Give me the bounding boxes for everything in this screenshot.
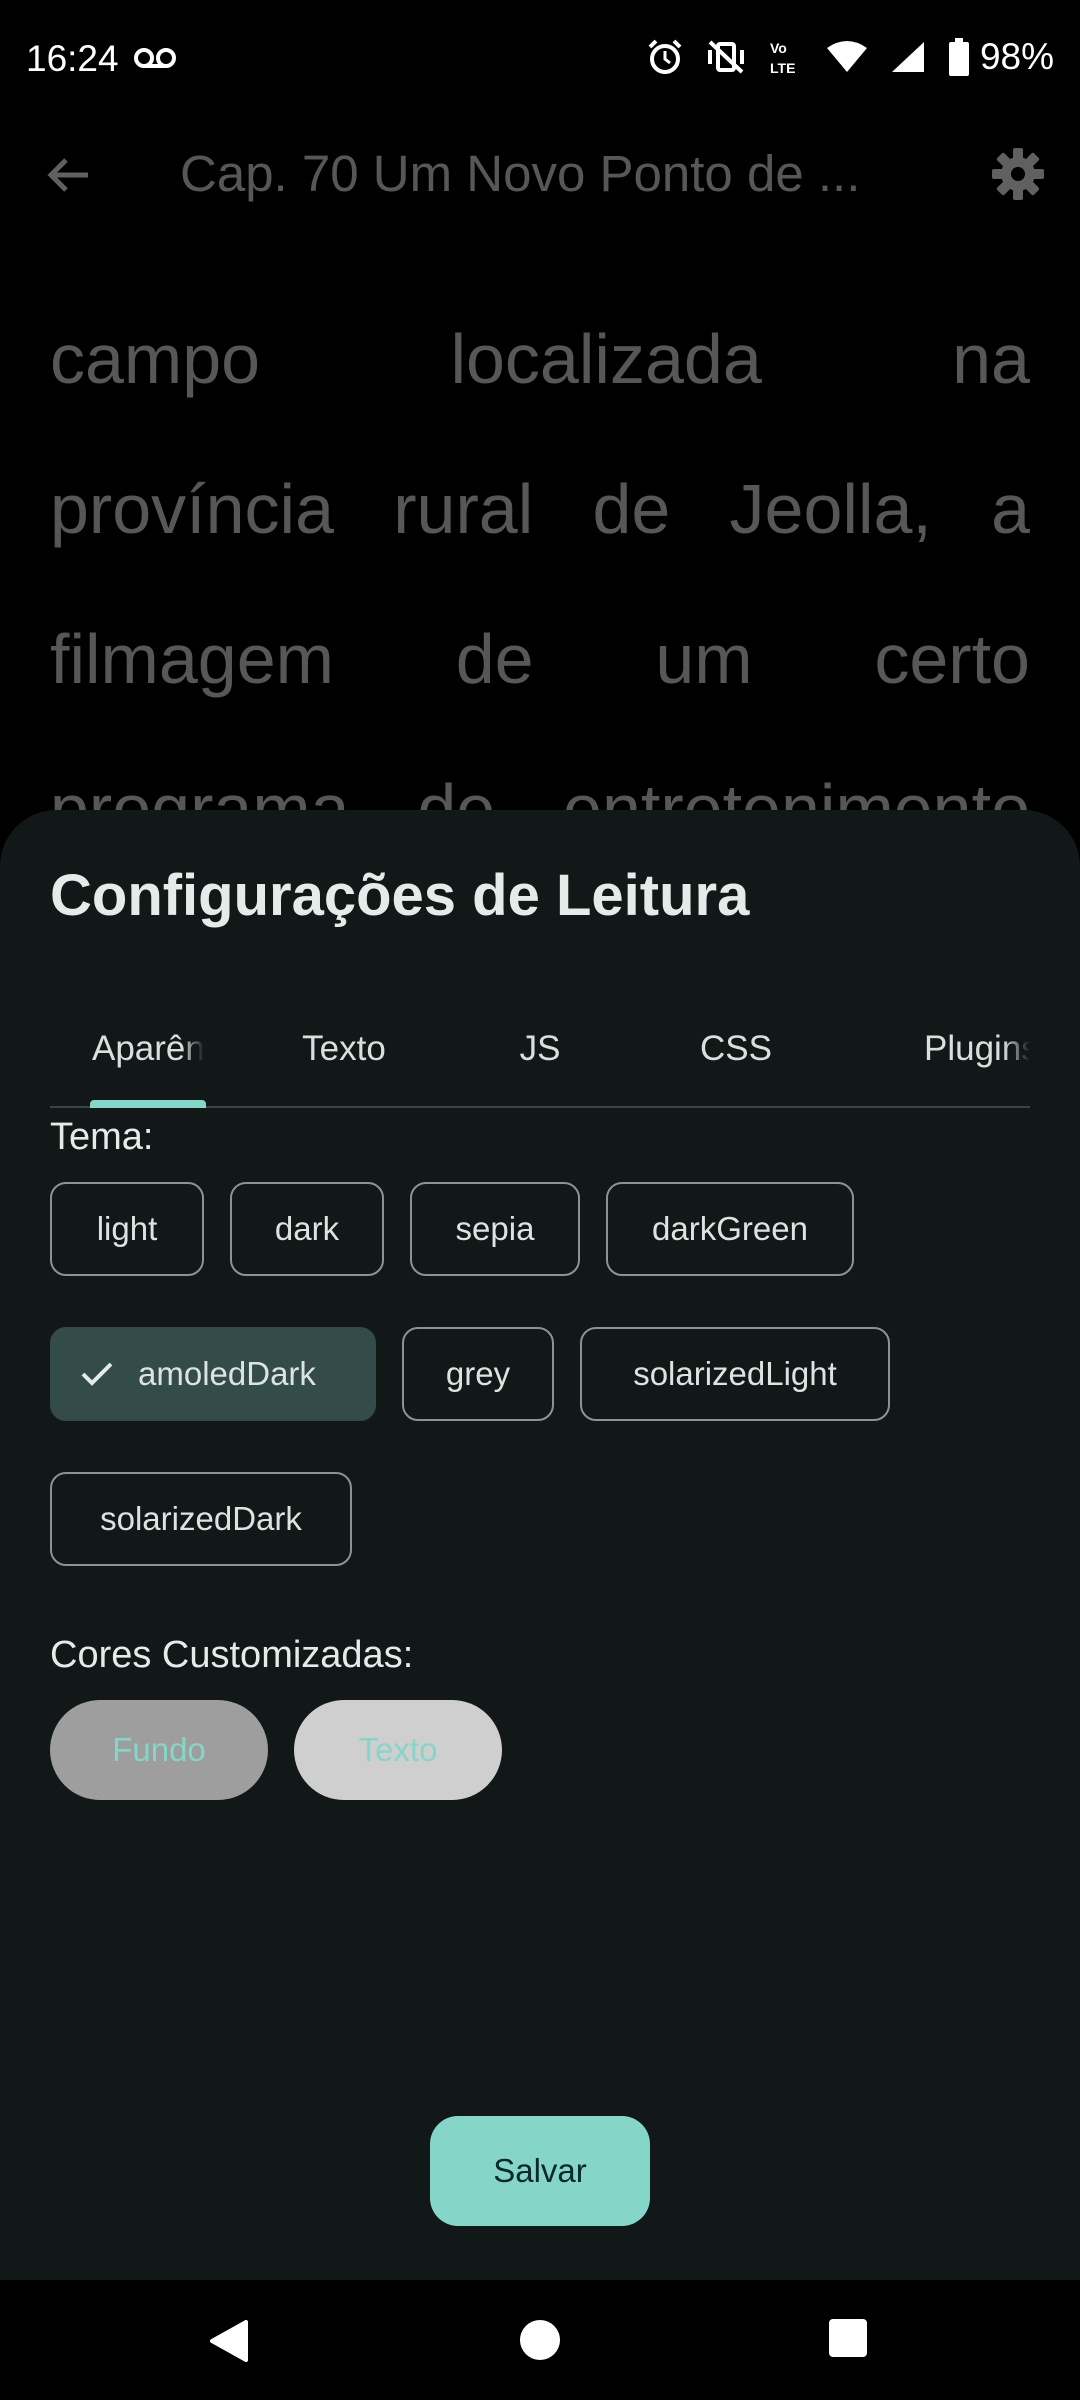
theme-chip-light[interactable]: light xyxy=(50,1182,204,1276)
theme-chip-solarizeddark[interactable]: solarizedDark xyxy=(50,1472,352,1566)
theme-chip-dark[interactable]: dark xyxy=(230,1182,384,1276)
word: província xyxy=(50,470,335,548)
custom-colors-label: Cores Customizadas: xyxy=(50,1634,414,1676)
theme-label: Tema: xyxy=(50,1116,154,1158)
word: certo xyxy=(874,620,1030,698)
word: filmagem xyxy=(50,620,334,698)
theme-chip-sepia[interactable]: sepia xyxy=(410,1182,580,1276)
text-line: filmagem de um certo xyxy=(50,600,1030,750)
word: um xyxy=(655,620,753,698)
arrow-left-icon[interactable] xyxy=(44,150,94,200)
screen: 16:24 Vo LTE 98% Cap. 70 Um Novo Ponto d… xyxy=(0,0,1080,2400)
theme-chip-darkgreen[interactable]: darkGreen xyxy=(606,1182,854,1276)
tab-label: Texto xyxy=(302,1029,386,1068)
tab-label: Plugins xyxy=(924,1029,1030,1068)
text-line: campo localizada na xyxy=(50,300,1030,450)
status-time: 16:24 xyxy=(26,38,119,79)
wifi-icon xyxy=(826,41,867,72)
settings-tabs: Aparência Texto JS CSS Plugins xyxy=(50,990,1030,1108)
voicemail-icon xyxy=(134,48,176,68)
vibrate-off-icon xyxy=(707,40,744,74)
tab-plugins[interactable]: Plugins xyxy=(834,990,1030,1108)
tab-js[interactable]: JS xyxy=(442,990,638,1108)
text-line: província rural de Jeolla, a xyxy=(50,450,1030,600)
check-icon xyxy=(81,1362,113,1386)
sheet-title: Configurações de Leitura xyxy=(50,863,750,928)
chip-label: amoledDark xyxy=(138,1355,316,1392)
svg-text:Vo: Vo xyxy=(770,40,787,56)
tab-label: Aparência xyxy=(92,1029,204,1068)
save-button[interactable]: Salvar xyxy=(430,2116,650,2226)
background-color-button[interactable]: Fundo xyxy=(50,1700,268,1800)
tab-label: CSS xyxy=(700,1029,772,1068)
word: a xyxy=(991,470,1030,548)
chapter-title: Cap. 70 Um Novo Ponto de ... xyxy=(180,145,861,202)
active-tab-indicator xyxy=(90,1100,206,1108)
nav-home-icon[interactable] xyxy=(518,2318,562,2362)
volte-icon: Vo LTE xyxy=(770,40,795,76)
app-bar: Cap. 70 Um Novo Ponto de ... xyxy=(0,120,1080,230)
word: de xyxy=(592,470,671,548)
word: localizada xyxy=(450,320,762,398)
nav-recents-icon[interactable] xyxy=(828,2318,868,2358)
signal-icon xyxy=(891,42,924,72)
word: na xyxy=(952,320,1030,398)
word: rural xyxy=(393,470,534,548)
theme-chip-solarizedlight[interactable]: solarizedLight xyxy=(580,1327,890,1421)
gear-icon[interactable] xyxy=(990,146,1046,202)
battery-icon xyxy=(948,38,969,76)
word: Jeolla, xyxy=(729,470,932,548)
svg-text:LTE: LTE xyxy=(770,60,795,76)
word: de xyxy=(455,620,534,698)
battery-percentage: 98% xyxy=(979,36,1054,77)
alarm-icon xyxy=(648,39,682,74)
nav-back-icon[interactable] xyxy=(206,2318,252,2364)
text-color-button[interactable]: Texto xyxy=(294,1700,502,1800)
tab-text[interactable]: Texto xyxy=(246,990,442,1108)
tab-label: JS xyxy=(519,1029,561,1068)
reading-settings-sheet: Configurações de Leitura Aparência Texto… xyxy=(0,810,1080,2280)
navigation-bar xyxy=(0,2280,1080,2400)
tab-appearance[interactable]: Aparência xyxy=(50,990,246,1108)
theme-chip-amoleddark[interactable]: amoledDark xyxy=(50,1327,376,1421)
theme-chip-grey[interactable]: grey xyxy=(402,1327,554,1421)
status-icons: Vo LTE 98% xyxy=(646,36,1054,78)
word: campo xyxy=(50,320,261,398)
status-bar: 16:24 Vo LTE 98% xyxy=(0,0,1080,120)
tab-css[interactable]: CSS xyxy=(638,990,834,1108)
